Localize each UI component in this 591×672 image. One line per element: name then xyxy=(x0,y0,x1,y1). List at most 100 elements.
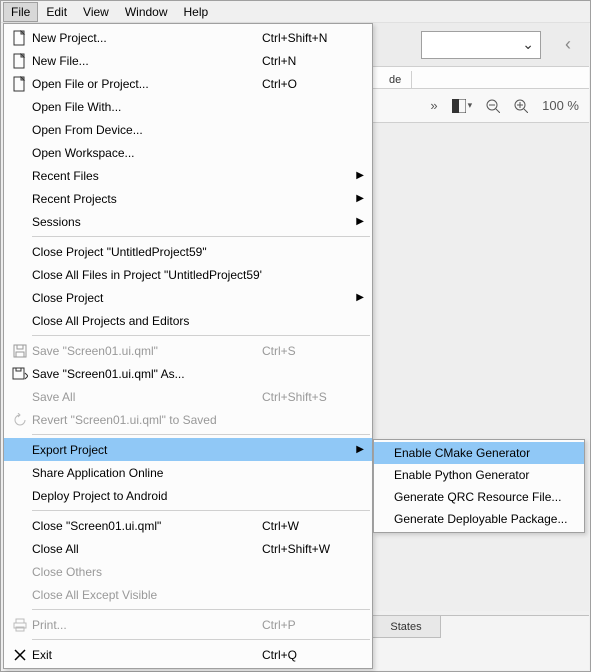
menu-shortcut: Ctrl+Shift+W xyxy=(262,542,352,556)
menu-recent-files[interactable]: Recent Files ▶ xyxy=(4,164,372,187)
menu-recent-projects[interactable]: Recent Projects ▶ xyxy=(4,187,372,210)
menu-label: Close All Except Visible xyxy=(32,588,262,602)
menu-close-all-files-in-project[interactable]: Close All Files in Project "UntitledProj… xyxy=(4,263,372,286)
menu-shortcut: Ctrl+Q xyxy=(262,648,352,662)
more-icon[interactable]: » xyxy=(430,98,437,113)
menu-label: Close Project xyxy=(32,291,262,305)
menu-label: Close All xyxy=(32,542,262,556)
tab-strip: de xyxy=(371,67,589,89)
menu-edit[interactable]: Edit xyxy=(38,2,75,22)
contrast-button[interactable]: ▾ xyxy=(452,99,473,113)
menu-export-project[interactable]: Export Project ▶ xyxy=(4,438,372,461)
menu-label: Open File With... xyxy=(32,100,262,114)
menu-new-file[interactable]: New File... Ctrl+N xyxy=(4,49,372,72)
menu-label: Share Application Online xyxy=(32,466,262,480)
export-project-submenu: Enable CMake Generator Enable Python Gen… xyxy=(373,439,585,533)
menu-label: Close Project "UntitledProject59" xyxy=(32,245,262,259)
menu-open-from-device[interactable]: Open From Device... xyxy=(4,118,372,141)
menu-print: Print... Ctrl+P xyxy=(4,613,372,636)
menu-separator xyxy=(32,609,370,610)
menu-label: Revert "Screen01.ui.qml" to Saved xyxy=(32,413,262,427)
menu-close-file[interactable]: Close "Screen01.ui.qml" Ctrl+W xyxy=(4,514,372,537)
menu-exit[interactable]: Exit Ctrl+Q xyxy=(4,643,372,666)
menu-window[interactable]: Window xyxy=(117,2,176,22)
submenu-label: Enable Python Generator xyxy=(394,468,529,482)
submenu-generate-deploy[interactable]: Generate Deployable Package... xyxy=(374,508,584,530)
submenu-label: Generate Deployable Package... xyxy=(394,512,567,526)
top-strip: ⌄ ‹ xyxy=(371,23,589,67)
menu-label: Save All xyxy=(32,390,262,404)
menu-separator xyxy=(32,639,370,640)
menu-label: Close "Screen01.ui.qml" xyxy=(32,519,262,533)
menu-save-as[interactable]: Save "Screen01.ui.qml" As... xyxy=(4,362,372,385)
combo-box[interactable]: ⌄ xyxy=(421,31,541,59)
menu-label: Open File or Project... xyxy=(32,77,262,91)
close-icon xyxy=(8,649,32,661)
canvas-area xyxy=(371,123,589,611)
menu-open-file-project[interactable]: Open File or Project... Ctrl+O xyxy=(4,72,372,95)
submenu-arrow-icon: ▶ xyxy=(352,170,364,181)
zoom-in-icon xyxy=(514,99,528,113)
menu-separator xyxy=(32,236,370,237)
menu-deploy-android[interactable]: Deploy Project to Android xyxy=(4,484,372,507)
menu-close-all[interactable]: Close All Ctrl+Shift+W xyxy=(4,537,372,560)
menu-view[interactable]: View xyxy=(75,2,117,22)
chevron-left-icon: ‹ xyxy=(565,34,571,55)
menu-shortcut: Ctrl+Shift+N xyxy=(262,31,352,45)
submenu-generate-qrc[interactable]: Generate QRC Resource File... xyxy=(374,486,584,508)
menu-label: Save "Screen01.ui.qml" As... xyxy=(32,367,262,381)
menu-sessions[interactable]: Sessions ▶ xyxy=(4,210,372,233)
menu-label: Export Project xyxy=(32,443,262,457)
menu-open-workspace[interactable]: Open Workspace... xyxy=(4,141,372,164)
zoom-out-button[interactable] xyxy=(486,99,500,113)
menu-shortcut: Ctrl+P xyxy=(262,618,352,632)
menu-close-project-named[interactable]: Close Project "UntitledProject59" xyxy=(4,240,372,263)
zoom-level: 100 % xyxy=(542,98,579,113)
menu-label: Sessions xyxy=(32,215,262,229)
zoom-in-button[interactable] xyxy=(514,99,528,113)
zoom-out-icon xyxy=(486,99,500,113)
menu-label: Close All Projects and Editors xyxy=(32,314,262,328)
toolbar: » ▾ 100 % xyxy=(371,89,589,123)
submenu-enable-cmake[interactable]: Enable CMake Generator xyxy=(374,442,584,464)
app-window: File Edit View Window Help ⌄ ‹ de » ▾ 10… xyxy=(0,0,591,672)
menu-help[interactable]: Help xyxy=(176,2,217,22)
new-project-icon xyxy=(8,30,32,46)
menu-new-project[interactable]: New Project... Ctrl+Shift+N xyxy=(4,26,372,49)
menu-label: New Project... xyxy=(32,31,262,45)
submenu-enable-python[interactable]: Enable Python Generator xyxy=(374,464,584,486)
menu-shortcut: Ctrl+Shift+S xyxy=(262,390,352,404)
submenu-label: Generate QRC Resource File... xyxy=(394,490,561,504)
menu-shortcut: Ctrl+W xyxy=(262,519,352,533)
tab-de[interactable]: de xyxy=(379,71,412,88)
submenu-label: Enable CMake Generator xyxy=(394,446,530,460)
tab-states[interactable]: States xyxy=(371,616,441,638)
menu-separator xyxy=(32,434,370,435)
menu-label: Deploy Project to Android xyxy=(32,489,262,503)
menu-revert: Revert "Screen01.ui.qml" to Saved xyxy=(4,408,372,431)
menu-label: Exit xyxy=(32,648,262,662)
menu-separator xyxy=(32,510,370,511)
menu-label: Recent Projects xyxy=(32,192,262,206)
menu-save-all: Save All Ctrl+Shift+S xyxy=(4,385,372,408)
nav-back-button[interactable]: ‹ xyxy=(553,30,583,60)
menubar: File Edit View Window Help xyxy=(1,1,590,23)
menu-save: Save "Screen01.ui.qml" Ctrl+S xyxy=(4,339,372,362)
menu-shortcut: Ctrl+S xyxy=(262,344,352,358)
revert-icon xyxy=(8,413,32,427)
menu-close-project[interactable]: Close Project ▶ xyxy=(4,286,372,309)
menu-label: New File... xyxy=(32,54,262,68)
chevron-down-icon: ⌄ xyxy=(522,36,534,53)
menu-file[interactable]: File xyxy=(3,2,38,22)
menu-label: Close All Files in Project "UntitledProj… xyxy=(32,268,262,282)
menu-separator xyxy=(32,335,370,336)
menu-label: Close Others xyxy=(32,565,262,579)
file-menu: New Project... Ctrl+Shift+N New File... … xyxy=(3,23,373,669)
menu-open-file-with[interactable]: Open File With... xyxy=(4,95,372,118)
submenu-arrow-icon: ▶ xyxy=(352,444,364,455)
menu-label: Recent Files xyxy=(32,169,262,183)
new-file-icon xyxy=(8,53,32,69)
menu-close-all-projects-editors[interactable]: Close All Projects and Editors xyxy=(4,309,372,332)
save-icon xyxy=(8,344,32,358)
menu-share-online[interactable]: Share Application Online xyxy=(4,461,372,484)
